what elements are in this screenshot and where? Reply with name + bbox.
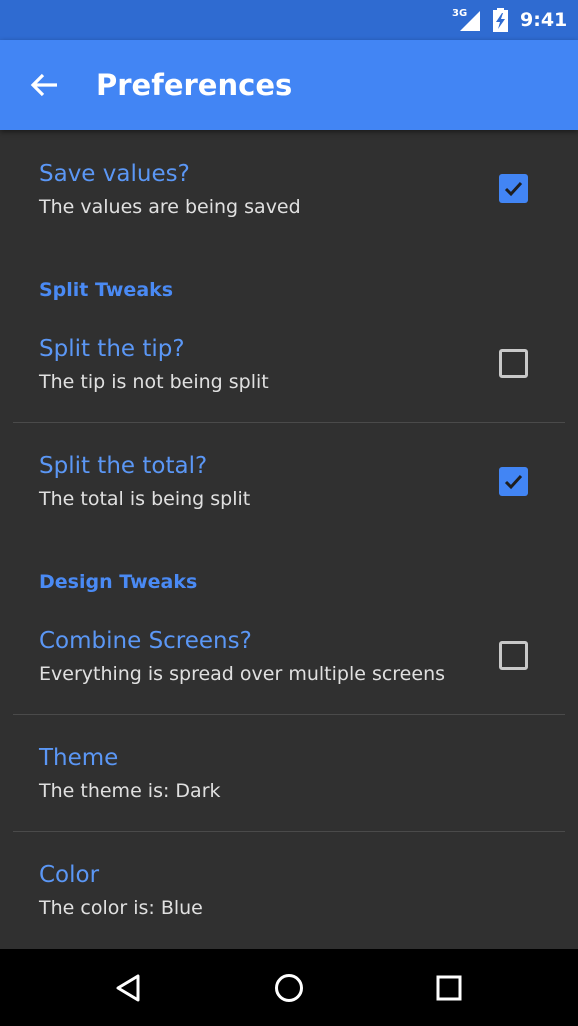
page-title: Preferences xyxy=(96,68,293,102)
pref-title: Theme xyxy=(39,745,119,771)
app-bar: Preferences xyxy=(0,40,578,130)
pref-summary: The theme is: Dark xyxy=(39,780,221,802)
home-circle-icon[interactable] xyxy=(272,971,306,1005)
category-design-tweaks: Design Tweaks xyxy=(39,571,198,593)
navigation-bar xyxy=(0,949,578,1026)
clock: 9:41 xyxy=(520,9,568,31)
save-values-checkbox[interactable] xyxy=(499,174,528,203)
recents-square-icon[interactable] xyxy=(432,971,466,1005)
pref-color[interactable]: Color The color is: Blue xyxy=(0,832,578,949)
pref-theme[interactable]: Theme The theme is: Dark xyxy=(0,715,578,831)
pref-combine-screens[interactable]: Combine Screens? Everything is spread ov… xyxy=(0,602,578,714)
pref-split-total[interactable]: Split the total? The total is being spli… xyxy=(0,423,578,539)
pref-split-tip[interactable]: Split the tip? The tip is not being spli… xyxy=(0,310,578,422)
back-triangle-icon[interactable] xyxy=(111,971,145,1005)
category-split-tweaks: Split Tweaks xyxy=(39,279,174,301)
combine-screens-checkbox[interactable] xyxy=(499,641,528,670)
pref-summary: Everything is spread over multiple scree… xyxy=(39,663,446,685)
pref-title: Split the tip? xyxy=(39,336,185,362)
network-type-label: 3G xyxy=(452,8,468,19)
split-tip-checkbox[interactable] xyxy=(499,349,528,378)
pref-save-values[interactable]: Save values? The values are being saved xyxy=(0,130,578,246)
pref-title: Save values? xyxy=(39,161,190,187)
battery-icon xyxy=(491,8,511,32)
pref-title: Color xyxy=(39,862,100,888)
arrow-back-icon[interactable] xyxy=(28,68,62,102)
status-bar: 3G 9:41 xyxy=(0,0,578,40)
split-total-checkbox[interactable] xyxy=(499,467,528,496)
cell-signal-icon: 3G xyxy=(452,8,482,32)
pref-title: Combine Screens? xyxy=(39,628,252,654)
pref-summary: The color is: Blue xyxy=(39,897,203,919)
pref-summary: The total is being split xyxy=(39,488,251,510)
pref-summary: The values are being saved xyxy=(39,196,301,218)
preferences-list: Save values? The values are being saved … xyxy=(0,130,578,949)
pref-title: Split the total? xyxy=(39,453,208,479)
pref-summary: The tip is not being split xyxy=(39,371,269,393)
